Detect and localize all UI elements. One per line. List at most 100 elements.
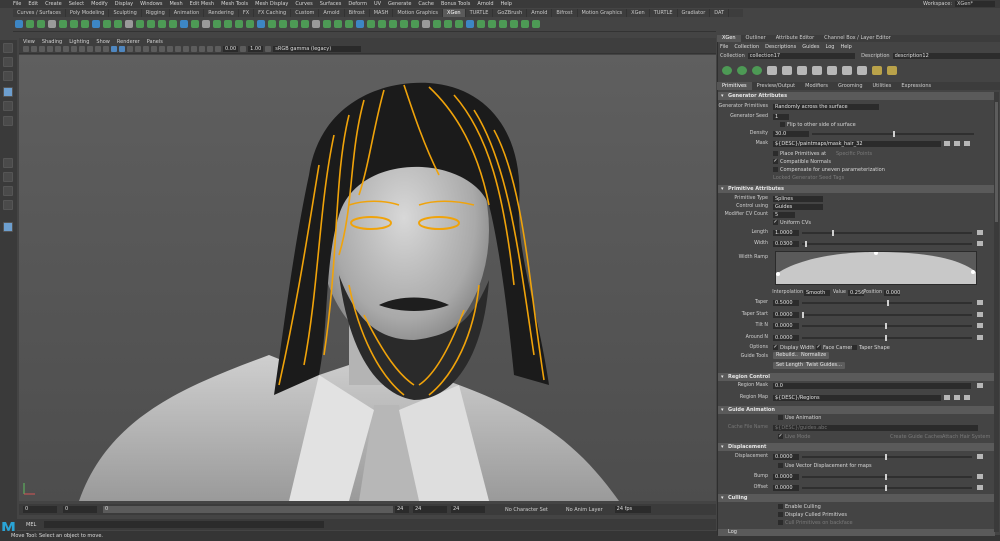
bump-expression-icon[interactable] bbox=[977, 474, 983, 479]
import-collection-icon[interactable] bbox=[737, 65, 747, 75]
motion-blur-icon[interactable] bbox=[167, 46, 173, 52]
displacement-slider-handle[interactable] bbox=[885, 454, 887, 460]
region-map-paint-icon[interactable] bbox=[954, 395, 960, 400]
shelf-icon-43[interactable] bbox=[476, 20, 485, 28]
scale-tool-icon[interactable] bbox=[3, 116, 13, 126]
face-camera-checkbox[interactable]: ✓ Face Camera bbox=[816, 345, 856, 351]
region-mask-expression-icon[interactable] bbox=[977, 383, 983, 388]
shelf-icon-4[interactable] bbox=[47, 20, 56, 28]
shelf-icon-37[interactable] bbox=[410, 20, 419, 28]
shelf-tab-gradiator[interactable]: Gradiator bbox=[678, 9, 711, 17]
magnifier-icon[interactable] bbox=[3, 222, 13, 232]
curves-to-guides-icon[interactable] bbox=[827, 65, 837, 75]
subtab-utilities[interactable]: Utilities bbox=[868, 82, 897, 90]
density-field[interactable]: 30.0 bbox=[773, 131, 809, 137]
viewport-menu-lighting[interactable]: Lighting bbox=[69, 39, 89, 45]
select-guides-icon[interactable] bbox=[782, 65, 792, 75]
range-start-field[interactable]: 0 bbox=[63, 506, 97, 513]
start-time-field[interactable]: 0 bbox=[23, 506, 57, 513]
safe-action-icon[interactable] bbox=[95, 46, 101, 52]
shelf-icon-22[interactable] bbox=[245, 20, 254, 28]
menu-item-edit-mesh[interactable]: Edit Mesh bbox=[190, 1, 214, 7]
shelf-icon-23[interactable] bbox=[256, 20, 265, 28]
scrollbar-thumb[interactable] bbox=[995, 102, 998, 222]
xgen-menu-guides[interactable]: Guides bbox=[802, 44, 819, 50]
section-displacement[interactable]: Displacement bbox=[718, 443, 995, 451]
command-line[interactable]: MEL bbox=[0, 519, 716, 530]
mel-label[interactable]: MEL bbox=[26, 522, 36, 528]
control-using-dropdown[interactable]: Guides bbox=[773, 204, 823, 210]
menu-item-cache[interactable]: Cache bbox=[418, 1, 434, 7]
menu-item-uv[interactable]: UV bbox=[374, 1, 381, 7]
length-expression-icon[interactable] bbox=[977, 230, 983, 235]
range-end-field[interactable]: 24 bbox=[395, 506, 409, 513]
export-collection-icon[interactable] bbox=[752, 65, 762, 75]
cull-backface-checkbox[interactable]: Cull Primitives on backface bbox=[778, 520, 853, 526]
panel-scrollbar[interactable] bbox=[994, 92, 999, 532]
shelf-tab-bifrost[interactable]: Bifrost bbox=[552, 9, 578, 17]
grid-icon[interactable] bbox=[55, 46, 61, 52]
tilt-n-field[interactable]: 0.0000 bbox=[773, 323, 799, 329]
menu-item-modify[interactable]: Modify bbox=[91, 1, 108, 7]
length-field[interactable]: 1.0000 bbox=[773, 230, 799, 236]
shelf-icon-31[interactable] bbox=[344, 20, 353, 28]
camera-attrs-icon[interactable] bbox=[31, 46, 37, 52]
shelf-icon-42[interactable] bbox=[465, 20, 474, 28]
color-management-icon[interactable] bbox=[265, 46, 272, 52]
shelf-icon-25[interactable] bbox=[278, 20, 287, 28]
shelf-icon-14[interactable] bbox=[157, 20, 166, 28]
around-n-slider[interactable] bbox=[802, 337, 972, 339]
interpolation-dropdown[interactable]: Smooth bbox=[804, 290, 830, 296]
auto-update-icon[interactable] bbox=[857, 65, 867, 75]
lasso-tool-icon[interactable] bbox=[3, 57, 13, 67]
ambient-occlusion-icon[interactable] bbox=[159, 46, 165, 52]
shelf-icon-3[interactable] bbox=[36, 20, 45, 28]
menu-item-mesh-tools[interactable]: Mesh Tools bbox=[221, 1, 248, 7]
ramp-value-field[interactable]: 0.256 bbox=[848, 290, 864, 296]
shelf-icon-36[interactable] bbox=[399, 20, 408, 28]
taper-shape-checkbox[interactable]: Taper Shape bbox=[852, 345, 890, 351]
twist-guides-button[interactable]: Twist Guides... bbox=[803, 362, 845, 369]
menu-item-bonus-tools[interactable]: Bonus Tools bbox=[441, 1, 470, 7]
resolution-gate-icon[interactable] bbox=[71, 46, 77, 52]
taper-start-field[interactable]: 0.0000 bbox=[773, 312, 799, 318]
character-set-label[interactable]: No Character Set bbox=[505, 507, 548, 513]
shelf-tab-sculpting[interactable]: Sculpting bbox=[109, 9, 142, 17]
shelf-icon-28[interactable] bbox=[311, 20, 320, 28]
workspace-dropdown[interactable]: XGen* bbox=[955, 1, 995, 7]
shelf-icon-32[interactable] bbox=[355, 20, 364, 28]
section-guide-animation[interactable]: Guide Animation bbox=[718, 406, 995, 414]
shelf-icon-35[interactable] bbox=[388, 20, 397, 28]
shelf-icon-34[interactable] bbox=[377, 20, 386, 28]
tilt-n-slider-handle[interactable] bbox=[885, 323, 887, 329]
mel-input[interactable] bbox=[44, 521, 325, 528]
textured-icon[interactable] bbox=[135, 46, 141, 52]
shelf-tab-motion-graphics[interactable]: Motion Graphics bbox=[578, 9, 628, 17]
menu-item-create[interactable]: Create bbox=[45, 1, 62, 7]
menu-item-arnold[interactable]: Arnold bbox=[477, 1, 493, 7]
shelf-icon-30[interactable] bbox=[333, 20, 342, 28]
camera-icon[interactable] bbox=[23, 46, 29, 52]
mask-field[interactable]: ${DESC}/paintmaps/mask_hair_32 bbox=[773, 141, 941, 147]
length-slider-handle[interactable] bbox=[832, 230, 834, 236]
displacement-expression-icon[interactable] bbox=[977, 454, 983, 459]
specific-points-field[interactable]: Specific Points bbox=[836, 151, 872, 157]
workspace-selector[interactable]: Workspace: XGen* bbox=[923, 0, 995, 8]
menu-item-generate[interactable]: Generate bbox=[388, 1, 411, 7]
tilt-n-expression-icon[interactable] bbox=[977, 323, 983, 328]
section-primitive[interactable]: Primitive Attributes bbox=[718, 185, 995, 193]
xgen-menu-collection[interactable]: Collection bbox=[734, 44, 759, 50]
gamma-field[interactable]: 1.00 bbox=[248, 46, 264, 52]
width-field[interactable]: 0.0300 bbox=[773, 241, 799, 247]
offset-expression-icon[interactable] bbox=[977, 485, 983, 490]
shelf-icon-13[interactable] bbox=[146, 20, 155, 28]
menu-item-curves[interactable]: Curves bbox=[295, 1, 312, 7]
shelf-tab-fx[interactable]: FX bbox=[239, 9, 255, 17]
create-guide-caches-button[interactable]: Create Guide Caches bbox=[890, 434, 943, 440]
region-map-expression-icon[interactable] bbox=[944, 395, 950, 400]
around-n-field[interactable]: 0.0000 bbox=[773, 335, 799, 341]
shelf-tab-animation[interactable]: Animation bbox=[170, 9, 205, 17]
smooth-shade-icon[interactable] bbox=[119, 46, 125, 52]
subtab-grooming[interactable]: Grooming bbox=[833, 82, 868, 90]
menu-item-mesh[interactable]: Mesh bbox=[169, 1, 182, 7]
